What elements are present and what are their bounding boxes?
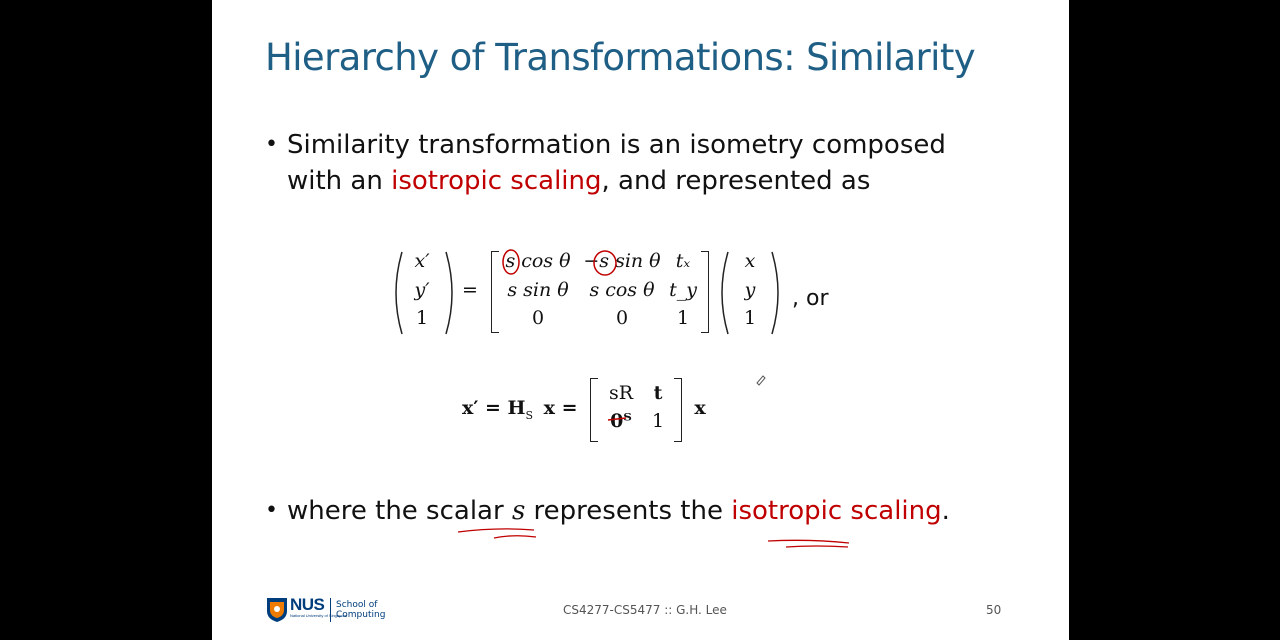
bullet-1-line-1: Similarity transformation is an isometry… (287, 130, 946, 160)
nus-logo-text: NUS (290, 595, 325, 614)
page-number: 50 (986, 603, 1002, 617)
rhs-x: x (744, 250, 756, 272)
ink-underline-iso-1 (767, 539, 850, 544)
eq2-m21: 0ᵀ (610, 410, 632, 432)
bullet-2: • where the scalar s represents the isot… (265, 493, 950, 529)
m11: s cos θ (505, 250, 571, 272)
m33: 1 (676, 307, 690, 329)
m23: t_y (669, 279, 697, 301)
ink-underline-scalar (457, 528, 535, 533)
slide: Hierarchy of Transformations: Similarity… (212, 0, 1069, 640)
m31: 0 (531, 307, 545, 329)
bullet-1-line-2-pre: with an (287, 166, 392, 196)
m22: s cos θ (589, 279, 655, 301)
lhs-one: 1 (415, 307, 429, 329)
school-line-1: School of (336, 600, 378, 610)
footer-divider (330, 598, 331, 622)
bullet-dot: • (265, 498, 278, 523)
m13: tₓ (675, 250, 691, 272)
school-line-2: Computing (336, 610, 386, 620)
bullet-2-var: s (511, 496, 526, 526)
m12: −s sin θ (583, 250, 661, 272)
ink-underline-iso-2 (785, 545, 849, 548)
footer-course: CS4277-CS5477 :: G.H. Lee (563, 603, 727, 617)
rhs-y: y (744, 279, 756, 301)
pen-cursor-icon (756, 375, 766, 386)
eq2-lhs: x′ = HS x = (462, 397, 578, 422)
eq2-m11: sR (608, 382, 634, 404)
bullet-2-mid: represents the (525, 496, 732, 526)
bullet-2-post: . (941, 496, 950, 526)
m32: 0 (615, 307, 629, 329)
bullet-1-line-2-post: , and represented as (601, 166, 871, 196)
equals-sign: = (462, 279, 478, 301)
equation-1-suffix: , or (792, 286, 829, 311)
bullet-1: • Similarity transformation is an isomet… (265, 127, 946, 199)
video-frame: Hierarchy of Transformations: Similarity… (0, 0, 1280, 640)
bullet-2-pre: where the scalar (287, 496, 512, 526)
bullet-1-highlight: isotropic scaling (391, 166, 602, 196)
eq2-bracket-left (590, 378, 598, 442)
bullet-2-highlight: isotropic scaling (731, 496, 942, 526)
bullet-dot: • (265, 132, 278, 157)
lhs-x-prime: x′ (414, 250, 430, 272)
eq2-m12: t (653, 382, 663, 404)
rhs-one: 1 (743, 307, 757, 329)
nus-crest-icon (267, 598, 287, 622)
eq2-m22: 1 (651, 410, 665, 432)
m21: s sin θ (507, 279, 569, 301)
slide-title: Hierarchy of Transformations: Similarity (265, 36, 976, 79)
matrix-bracket-right (701, 251, 709, 333)
lhs-y-prime: y′ (414, 279, 430, 301)
eq2-bracket-right (674, 378, 682, 442)
ink-underline-s (493, 535, 537, 539)
eq2-rhs: x (694, 397, 706, 419)
